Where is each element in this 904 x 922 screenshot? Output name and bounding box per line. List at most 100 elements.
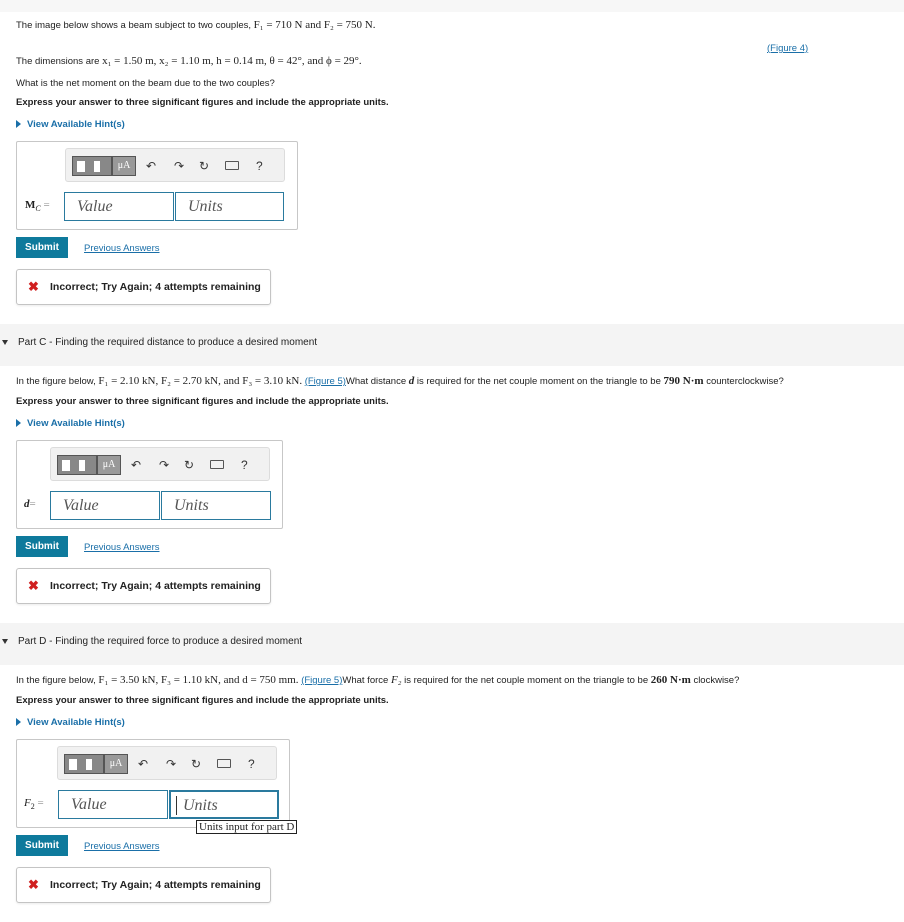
part-d-instruction: Express your answer to three significant… — [16, 695, 389, 706]
keyboard-icon[interactable] — [217, 759, 231, 768]
part-d-previous-answers-link[interactable]: Previous Answers — [84, 841, 160, 852]
caret-right-icon — [16, 419, 21, 428]
templates-icon[interactable] — [72, 156, 112, 176]
templates-icon[interactable] — [64, 754, 104, 774]
part-b-previous-answers-link[interactable]: Previous Answers — [84, 243, 160, 254]
units-template-button[interactable]: μA — [97, 455, 121, 475]
var-symbol: F — [24, 797, 31, 809]
error-x-icon: ✖ — [28, 279, 39, 294]
units-input[interactable]: Units — [161, 491, 271, 520]
text-cursor — [176, 796, 177, 815]
units-template-button[interactable]: μA — [104, 754, 128, 774]
redo-icon[interactable]: ↷ — [159, 457, 169, 473]
feedback-message: Incorrect; Try Again; 4 attempts remaini… — [50, 879, 261, 891]
undo-icon[interactable]: ↶ — [131, 457, 141, 473]
text-end: counterclockwise? — [706, 376, 784, 387]
caret-right-icon — [16, 120, 21, 129]
collapse-triangle-icon — [2, 639, 8, 644]
help-icon[interactable]: ? — [256, 158, 263, 174]
math-toolbar: μA ↶ ↷ ↻ ? — [50, 447, 270, 481]
help-icon[interactable]: ? — [241, 457, 248, 473]
error-x-icon: ✖ — [28, 877, 39, 892]
var-subscript: C — [35, 204, 41, 214]
figure-4-link[interactable]: (Figure 4) — [767, 43, 808, 54]
text-mid2: is required for the net couple moment on… — [416, 376, 661, 387]
var-symbol: M — [25, 199, 36, 211]
part-b-instruction: Express your answer to three significant… — [16, 97, 389, 108]
hint-label: View Available Hint(s) — [27, 418, 125, 429]
reset-icon[interactable]: ↻ — [191, 756, 201, 772]
value-input[interactable]: Value — [50, 491, 160, 520]
part-d-feedback: ✖ Incorrect; Try Again; 4 attempts remai… — [16, 867, 271, 903]
part-c-header[interactable]: Part C - Finding the required distance t… — [0, 324, 904, 366]
equals-sign: = — [43, 199, 50, 211]
hint-label: View Available Hint(s) — [27, 119, 125, 130]
dims-values: x₁ = 1.50 m, x₂ = 1.10 m, h = 0.14 m, θ … — [102, 55, 362, 67]
f2-label: F2 = — [24, 797, 44, 811]
text-mid2: is required for the net couple moment on… — [404, 675, 649, 686]
redo-icon[interactable]: ↷ — [174, 158, 184, 174]
text-prefix: In the figure below, — [16, 376, 96, 387]
redo-icon[interactable]: ↷ — [166, 756, 176, 772]
reset-icon[interactable]: ↻ — [199, 158, 209, 174]
figure-5-link[interactable]: (Figure 5) — [305, 376, 346, 387]
part-c-instruction: Express your answer to three significant… — [16, 396, 389, 407]
units-placeholder: Units — [183, 797, 218, 814]
caret-right-icon — [16, 718, 21, 727]
part-b-answer-box: μA ↶ ↷ ↻ ? MC = Value Units — [16, 141, 298, 230]
feedback-message: Incorrect; Try Again; 4 attempts remaini… — [50, 580, 261, 592]
figure-5-link[interactable]: (Figure 5) — [301, 675, 342, 686]
part-d-header[interactable]: Part D - Finding the required force to p… — [0, 623, 904, 665]
part-d-title: Part D - Finding the required force to p… — [18, 636, 303, 647]
math-toolbar: μA ↶ ↷ ↻ ? — [65, 148, 285, 182]
target-moment: 790 N·m — [663, 375, 704, 387]
units-template-button[interactable]: μA — [112, 156, 136, 176]
units-input[interactable]: Units — [169, 790, 279, 819]
part-c-submit-button[interactable]: Submit — [16, 536, 68, 557]
text-mid: What distance — [345, 376, 407, 387]
hint-label: View Available Hint(s) — [27, 717, 125, 728]
target-moment: 260 N·m — [650, 674, 691, 686]
part-b-hint-link[interactable]: View Available Hint(s) — [16, 119, 125, 130]
undo-icon[interactable]: ↶ — [146, 158, 156, 174]
part-c-title: Part C - Finding the required distance t… — [18, 337, 318, 348]
math-toolbar: μA ↶ ↷ ↻ ? — [57, 746, 277, 780]
intro-values: F₁ = 710 N and F₂ = 750 N. — [253, 19, 376, 31]
d-label: d= — [24, 498, 36, 510]
text-mid: What force — [342, 675, 389, 686]
var-subscript: 2 — [30, 802, 35, 812]
part-d-answer-box: μA ↶ ↷ ↻ ? F2 = Value Units — [16, 739, 290, 828]
keyboard-icon[interactable] — [210, 460, 224, 469]
value-input[interactable]: Value — [58, 790, 168, 819]
part-d-problem-text: In the figure below, F₁ = 3.50 kN, F₃ = … — [16, 674, 739, 686]
part-d-hint-link[interactable]: View Available Hint(s) — [16, 717, 125, 728]
part-c-hint-link[interactable]: View Available Hint(s) — [16, 418, 125, 429]
part-b-submit-button[interactable]: Submit — [16, 237, 68, 258]
collapse-triangle-icon — [2, 340, 8, 345]
units-tooltip: Units input for part D — [196, 820, 298, 834]
part-b-intro: The image below shows a beam subject to … — [16, 19, 375, 31]
keyboard-icon[interactable] — [225, 161, 239, 170]
equals-sign: = — [29, 498, 36, 510]
templates-icon[interactable] — [57, 455, 97, 475]
part-d-submit-button[interactable]: Submit — [16, 835, 68, 856]
target-var: F₂ — [390, 674, 402, 686]
text-prefix: In the figure below, — [16, 675, 96, 686]
reset-icon[interactable]: ↻ — [184, 457, 194, 473]
given-values: F₁ = 3.50 kN, F₃ = 1.10 kN, and d = 750 … — [98, 674, 299, 686]
part-c-answer-box: μA ↶ ↷ ↻ ? d= Value Units — [16, 440, 283, 529]
part-b-top-strip — [0, 0, 904, 12]
undo-icon[interactable]: ↶ — [138, 756, 148, 772]
units-input[interactable]: Units — [175, 192, 284, 221]
given-values: F₁ = 2.10 kN, F₂ = 2.70 kN, and F₃ = 3.1… — [98, 375, 303, 387]
part-b-question: What is the net moment on the beam due t… — [16, 78, 275, 89]
value-input[interactable]: Value — [64, 192, 174, 221]
dims-prefix: The dimensions are — [16, 56, 100, 67]
mc-label: MC = — [25, 199, 50, 213]
target-var: d — [408, 375, 415, 387]
intro-text: The image below shows a beam subject to … — [16, 20, 251, 31]
help-icon[interactable]: ? — [248, 756, 255, 772]
part-c-feedback: ✖ Incorrect; Try Again; 4 attempts remai… — [16, 568, 271, 604]
part-b-dimensions: The dimensions are x₁ = 1.50 m, x₂ = 1.1… — [16, 55, 362, 67]
part-c-previous-answers-link[interactable]: Previous Answers — [84, 542, 160, 553]
